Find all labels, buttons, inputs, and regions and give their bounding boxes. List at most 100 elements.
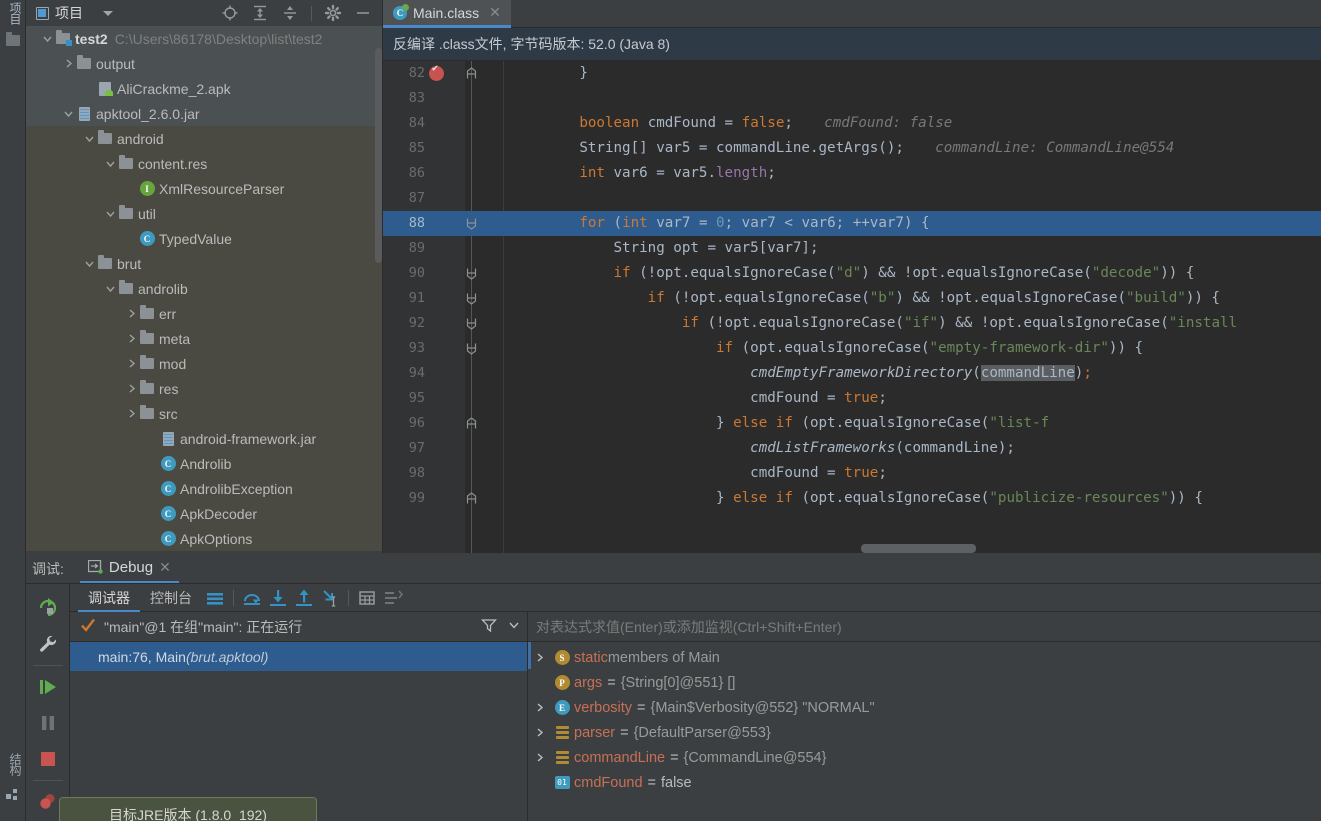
tree-node-typedvalue[interactable]: C TypedValue <box>26 226 382 251</box>
tree-node-meta[interactable]: meta <box>26 326 382 351</box>
settings-wrench-icon[interactable] <box>30 626 66 662</box>
code-line-90[interactable]: 90 if (!opt.equalsIgnoreCase("d") && !op… <box>383 261 1321 286</box>
tree-node-android-framework-jar[interactable]: android-framework.jar <box>26 426 382 451</box>
tree-expand-arrow[interactable] <box>103 208 117 219</box>
tree-node-brut[interactable]: brut <box>26 251 382 276</box>
code-line-91[interactable]: 91 if (!opt.equalsIgnoreCase("b") && !op… <box>383 286 1321 311</box>
project-tree[interactable]: test2 C:\Users\86178\Desktop\list\test2 ou… <box>26 26 382 553</box>
code-line-86[interactable]: 86 int var6 = var5.length; <box>383 161 1321 186</box>
code-line-98[interactable]: 98 cmdFound = true; <box>383 461 1321 486</box>
code-fold-marker[interactable] <box>465 317 478 330</box>
tree-node-res[interactable]: res <box>26 376 382 401</box>
code-line-94[interactable]: 94 cmdEmptyFrameworkDirectory(commandLin… <box>383 361 1321 386</box>
evaluate-expression-input[interactable]: 对表达式求值(Enter)或添加监视(Ctrl+Shift+Enter) <box>528 612 1321 642</box>
code-line-95[interactable]: 95 cmdFound = true; <box>383 386 1321 411</box>
code-line-96[interactable]: 96 } else if (opt.equalsIgnoreCase("list… <box>383 411 1321 436</box>
tree-expand-arrow[interactable] <box>124 333 138 344</box>
code-line-97[interactable]: 97 cmdListFrameworks(commandLine); <box>383 436 1321 461</box>
variable-row-static[interactable]: Sstatic members of Main <box>528 645 1321 670</box>
tree-expand-arrow[interactable] <box>124 383 138 394</box>
variable-expand-arrow[interactable] <box>528 702 550 713</box>
step-into-icon[interactable] <box>265 585 291 611</box>
run-to-cursor-icon[interactable] <box>317 585 343 611</box>
code-fold-marker[interactable] <box>465 267 478 280</box>
minimize-icon[interactable] <box>354 4 372 22</box>
tree-node-mod[interactable]: mod <box>26 351 382 376</box>
filter-icon[interactable] <box>481 617 497 636</box>
evaluate-expression-icon[interactable] <box>354 585 380 611</box>
code-fold-marker[interactable] <box>465 342 478 355</box>
tree-expand-arrow[interactable] <box>61 108 75 119</box>
variable-row-cmdfound[interactable]: 01 cmdFound = false <box>528 770 1321 795</box>
code-line-85[interactable]: 85 String[] var5 = commandLine.getArgs()… <box>383 136 1321 161</box>
code-fold-marker[interactable] <box>465 492 478 505</box>
step-over-icon[interactable] <box>239 585 265 611</box>
chevron-down-icon[interactable] <box>103 10 113 16</box>
tree-expand-arrow[interactable] <box>103 283 117 294</box>
tree-expand-arrow[interactable] <box>124 308 138 319</box>
tree-node-xmlresourceparser[interactable]: I XmlResourceParser <box>26 176 382 201</box>
collapse-all-icon[interactable] <box>281 4 299 22</box>
editor-tab-main-class[interactable]: C Main.class ✕ <box>383 0 511 28</box>
code-line-99[interactable]: 99 } else if (opt.equalsIgnoreCase("publ… <box>383 486 1321 511</box>
stripe-button-structure[interactable]: 结构 <box>2 753 24 775</box>
code-line-92[interactable]: 92 if (!opt.equalsIgnoreCase("if") && !o… <box>383 311 1321 336</box>
tree-node-androlib[interactable]: androlib <box>26 276 382 301</box>
expand-all-icon[interactable] <box>251 4 269 22</box>
rerun-icon[interactable] <box>30 590 66 626</box>
tab-console[interactable]: 控制台 <box>140 584 202 612</box>
tree-node-test2[interactable]: test2 C:\Users\86178\Desktop\list\test2 <box>26 26 382 51</box>
variables-list[interactable]: Sstatic members of Main Pargs = {String[0]@… <box>528 642 1321 821</box>
step-out-icon[interactable] <box>291 585 317 611</box>
code-line-93[interactable]: 93 if (opt.equalsIgnoreCase("empty-frame… <box>383 336 1321 361</box>
tree-node-alicrackme-2-apk[interactable]: AliCrackme_2.apk <box>26 76 382 101</box>
tree-expand-arrow[interactable] <box>82 258 96 269</box>
code-viewport[interactable]: 82 } 83 84 boolean cmdFound = false; cmdFou… <box>383 61 1321 553</box>
gear-icon[interactable] <box>324 4 342 22</box>
tree-node-apkoptions[interactable]: C ApkOptions <box>26 526 382 551</box>
tree-node-apktool-2-6-0-jar[interactable]: apktool_2.6.0.jar <box>26 101 382 126</box>
scrollbar-thumb[interactable] <box>375 48 382 263</box>
resume-program-icon[interactable] <box>30 669 66 705</box>
stop-icon[interactable] <box>30 741 66 777</box>
tree-expand-arrow[interactable] <box>40 33 54 44</box>
close-icon[interactable]: ✕ <box>489 4 501 21</box>
locate-icon[interactable] <box>221 4 239 22</box>
code-line-83[interactable]: 83 <box>383 86 1321 111</box>
code-fold-marker[interactable] <box>465 417 478 430</box>
variable-row-parser[interactable]: parser = {DefaultParser@553} <box>528 720 1321 745</box>
tree-node-output[interactable]: output <box>26 51 382 76</box>
close-icon[interactable]: ✕ <box>159 559 171 576</box>
variable-expand-arrow[interactable] <box>528 752 550 763</box>
tree-node-androlib[interactable]: C Androlib <box>26 451 382 476</box>
tree-node-err[interactable]: err <box>26 301 382 326</box>
code-fold-marker[interactable] <box>465 292 478 305</box>
breakpoint-icon[interactable] <box>429 63 444 81</box>
code-line-88[interactable]: 88 for (int var7 = 0; var7 < var6; ++var… <box>383 211 1321 236</box>
thread-selector[interactable]: "main"@1 在组"main": 正在运行 <box>70 612 527 642</box>
variable-row-commandline[interactable]: commandLine = {CommandLine@554} <box>528 745 1321 770</box>
code-fold-marker[interactable] <box>465 67 478 80</box>
code-line-89[interactable]: 89 String opt = var5[var7]; <box>383 236 1321 261</box>
tree-node-content-res[interactable]: content.res <box>26 151 382 176</box>
tree-expand-arrow[interactable] <box>124 358 138 369</box>
tree-node-src[interactable]: src <box>26 401 382 426</box>
tree-node-apkdecoder[interactable]: C ApkDecoder <box>26 501 382 526</box>
project-tree-scrollbar[interactable] <box>375 26 382 553</box>
variable-expand-arrow[interactable] <box>528 652 550 663</box>
code-line-87[interactable]: 87 <box>383 186 1321 211</box>
tree-expand-arrow[interactable] <box>103 158 117 169</box>
tree-expand-arrow[interactable] <box>61 58 75 69</box>
layout-icon[interactable] <box>380 585 406 611</box>
code-line-84[interactable]: 84 boolean cmdFound = false; cmdFound: fa… <box>383 111 1321 136</box>
show-console-icon[interactable] <box>202 585 228 611</box>
tree-node-android[interactable]: android <box>26 126 382 151</box>
code-fold-marker[interactable] <box>465 217 478 230</box>
stack-frame-row[interactable]: main:76, Main (brut.apktool) <box>70 642 527 671</box>
tree-expand-arrow[interactable] <box>124 408 138 419</box>
stripe-button-project[interactable]: 项目 <box>2 2 24 24</box>
chevron-down-icon[interactable] <box>507 618 521 635</box>
tree-node-util[interactable]: util <box>26 201 382 226</box>
variable-expand-arrow[interactable] <box>528 727 550 738</box>
variable-row-verbosity[interactable]: Everbosity = {Main$Verbosity@552} "NORMAL" <box>528 695 1321 720</box>
